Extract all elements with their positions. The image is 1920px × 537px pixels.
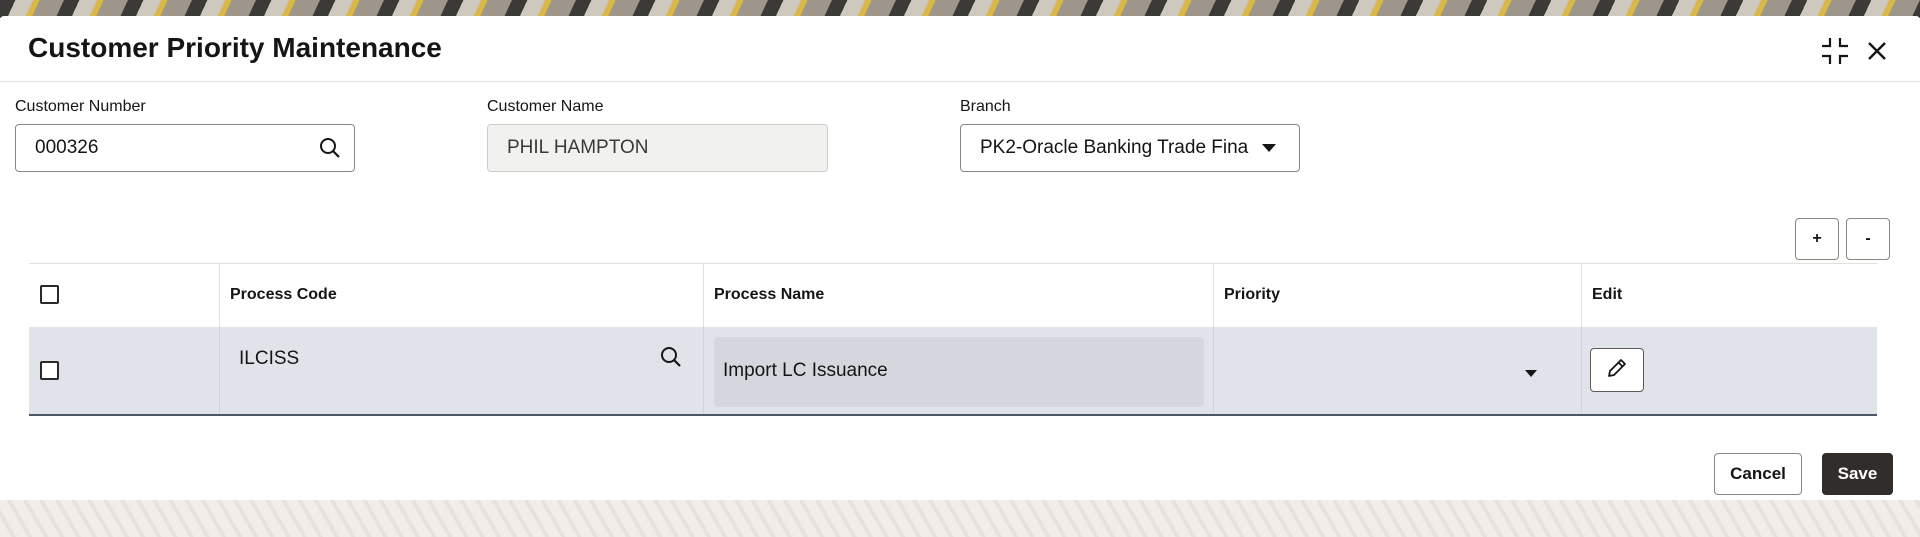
process-name-header: Process Name [714, 286, 825, 303]
customer-name-field: PHIL HAMPTON [487, 124, 828, 172]
branch-select[interactable]: PK2-Oracle Banking Trade Fina [960, 124, 1300, 172]
search-icon[interactable] [659, 345, 683, 374]
search-icon[interactable] [312, 130, 348, 166]
caret-down-icon[interactable] [1524, 365, 1538, 383]
row-select-cell [29, 327, 219, 414]
process-code-value: ILCISS [239, 348, 300, 369]
customer-number-label: Customer Number [15, 98, 146, 115]
edit-cell [1581, 327, 1877, 414]
customer-name-label: Customer Name [487, 98, 604, 115]
cancel-button[interactable]: Cancel [1714, 453, 1802, 495]
customer-name-value: PHIL HAMPTON [507, 137, 649, 158]
priority-header: Priority [1224, 286, 1281, 303]
customer-priority-dialog: Customer Priority Maintenance Customer N… [0, 16, 1920, 500]
grid-header-row: Process Code Process Name Priority Edit [29, 264, 1877, 327]
collapse-icon[interactable] [1820, 36, 1850, 66]
header-edit: Edit [1581, 264, 1877, 327]
caret-down-icon[interactable] [1251, 130, 1287, 166]
edit-row-button[interactable] [1590, 348, 1644, 392]
process-name-value: Import LC Issuance [723, 360, 888, 381]
add-row-button[interactable]: + [1795, 218, 1839, 260]
pencil-icon [1605, 356, 1629, 385]
header-priority: Priority [1213, 264, 1581, 327]
process-grid: Process Code Process Name Priority Edit … [29, 263, 1877, 416]
dialog-header: Customer Priority Maintenance [0, 16, 1920, 82]
remove-row-button[interactable]: - [1846, 218, 1890, 260]
close-icon[interactable] [1862, 36, 1892, 66]
background-pattern-bottom [0, 500, 1920, 537]
branch-label: Branch [960, 98, 1011, 115]
priority-cell[interactable] [1213, 327, 1581, 414]
header-process-code: Process Code [219, 264, 703, 327]
process-name-readonly: Import LC Issuance [714, 337, 1204, 407]
save-button[interactable]: Save [1822, 453, 1893, 495]
header-process-name: Process Name [703, 264, 1213, 327]
process-code-cell[interactable]: ILCISS [219, 327, 703, 414]
customer-number-field[interactable]: 000326 [15, 124, 355, 172]
customer-number-value: 000326 [35, 137, 99, 158]
branch-value: PK2-Oracle Banking Trade Fina [980, 137, 1249, 158]
row-checkbox[interactable] [40, 361, 59, 380]
select-all-checkbox[interactable] [40, 285, 59, 304]
table-row[interactable]: ILCISS Import LC Issuance [29, 327, 1877, 416]
process-code-header: Process Code [230, 286, 337, 303]
edit-header: Edit [1592, 286, 1623, 303]
header-select-cell [29, 264, 219, 327]
dialog-title: Customer Priority Maintenance [28, 32, 442, 63]
process-name-cell: Import LC Issuance [703, 327, 1213, 414]
